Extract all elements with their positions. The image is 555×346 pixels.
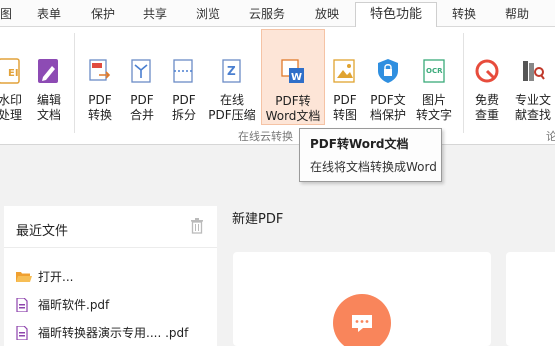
pdf-split-button[interactable]: PDF 拆分 — [168, 29, 200, 125]
pdf-to-image-button[interactable]: PDF 转图 — [329, 29, 361, 125]
chat-bubble-icon — [352, 315, 372, 332]
recent-file-name: 福昕转换器演示专用.... .pdf — [38, 326, 189, 340]
image-to-text-button[interactable]: OCR 图片 转文字 — [413, 29, 455, 125]
pdf-split-icon — [173, 59, 193, 83]
pdf-split-label: PDF 拆分 — [171, 93, 196, 122]
tab-share[interactable]: 共享 — [143, 0, 167, 27]
literature-search-button[interactable]: 专业文 献查找 — [509, 29, 555, 125]
group-online-convert-label: 在线云转换 — [238, 130, 293, 143]
tab-features[interactable]: 特色功能 — [355, 2, 438, 28]
svg-text:OCR: OCR — [426, 67, 443, 75]
pdf-merge-button[interactable]: PDF 合并 — [126, 29, 158, 125]
compress-icon: Z — [222, 59, 241, 83]
ribbon-separator — [74, 33, 75, 133]
pdf-convert-button[interactable]: PDF 转换 — [84, 29, 116, 125]
tab-help[interactable]: 帮助 — [505, 0, 529, 27]
ocr-icon: OCR — [423, 59, 445, 83]
menu-bar: 图 表单 保护 共享 浏览 云服务 放映 特色功能 转换 帮助 — [0, 0, 555, 28]
tooltip-title: PDF转Word文档 — [310, 137, 409, 151]
ribbon-separator — [463, 33, 464, 133]
folder-open-icon — [16, 272, 32, 282]
open-file-item[interactable]: 打开... — [16, 268, 136, 286]
recent-file-name: 福昕软件.pdf — [38, 298, 110, 312]
tab-view[interactable]: 浏览 — [196, 0, 220, 27]
literature-search-label: 专业文 献查找 — [514, 93, 551, 122]
tab-overflow[interactable]: 图 — [0, 0, 12, 27]
ribbon: EI 水印 处理 编辑 文档 PDF 转换 PDF 合并 PDF 拆分 Z 在线… — [0, 27, 555, 145]
image-to-text-label: 图片 转文字 — [415, 93, 452, 122]
tab-slideshow[interactable]: 放映 — [315, 0, 339, 27]
pdf-to-image-label: PDF 转图 — [332, 93, 357, 122]
pdf-to-word-icon: W — [281, 59, 304, 83]
pdf-convert-icon — [89, 59, 111, 81]
pdf-merge-label: PDF 合并 — [129, 93, 154, 122]
list-item[interactable]: 福昕软件.pdf — [16, 296, 211, 314]
pdf-merge-icon — [131, 59, 151, 83]
new-pdf-card-partial[interactable] — [506, 252, 555, 346]
tab-convert[interactable]: 转换 — [452, 0, 476, 27]
pdf-to-word-button[interactable]: W PDF转 Word文档 — [261, 29, 325, 125]
svg-text:Z: Z — [227, 64, 236, 78]
recent-files-title: 最近文件 — [16, 224, 69, 239]
watermark-label: 水印 处理 — [0, 93, 22, 122]
edit-document-button[interactable]: 编辑 文档 — [31, 29, 67, 125]
group-last-label: 论 — [546, 130, 555, 143]
svg-text:EI: EI — [8, 68, 19, 79]
online-compress-button[interactable]: Z 在线 PDF压缩 — [206, 29, 258, 125]
pdf-file-icon — [16, 298, 28, 312]
new-pdf-title: 新建PDF — [232, 212, 284, 227]
new-pdf-icon — [333, 294, 391, 346]
list-item[interactable]: 福昕转换器演示专用.... .pdf — [16, 324, 216, 342]
recent-files-panel: 最近文件 打开... 福昕软件.pdf 福昕转换器演示专用.... .pdf — [4, 206, 217, 346]
new-pdf-card[interactable] — [233, 252, 491, 346]
shield-icon — [378, 59, 398, 83]
edit-document-label: 编辑 文档 — [36, 93, 61, 122]
check-circle-icon — [475, 59, 499, 83]
tab-cloud[interactable]: 云服务 — [249, 0, 285, 27]
tab-forms[interactable]: 表单 — [37, 0, 61, 27]
svg-text:W: W — [291, 72, 302, 83]
pdf-to-image-icon — [333, 59, 355, 83]
plagiarism-check-label: 免费 查重 — [474, 93, 499, 122]
books-search-icon — [523, 61, 545, 81]
divider — [4, 247, 217, 248]
trash-icon[interactable] — [190, 218, 204, 234]
tab-protect[interactable]: 保护 — [91, 0, 115, 27]
tooltip-description: 在线将文档转换成Word — [310, 160, 437, 174]
pdf-protect-label: PDF文 档保护 — [369, 93, 406, 122]
open-file-label: 打开... — [38, 270, 74, 284]
pdf-file-icon — [16, 326, 28, 340]
watermark-button[interactable]: EI 水印 处理 — [0, 29, 32, 125]
plagiarism-check-button[interactable]: 免费 查重 — [471, 29, 503, 125]
tooltip: PDF转Word文档 在线将文档转换成Word — [299, 128, 442, 182]
pdf-convert-label: PDF 转换 — [87, 93, 112, 122]
watermark-icon: EI — [0, 58, 20, 84]
pdf-protect-button[interactable]: PDF文 档保护 — [369, 29, 407, 125]
edit-document-icon — [38, 59, 58, 83]
pdf-to-word-label: PDF转 Word文档 — [265, 94, 321, 123]
online-compress-label: 在线 PDF压缩 — [208, 93, 256, 122]
